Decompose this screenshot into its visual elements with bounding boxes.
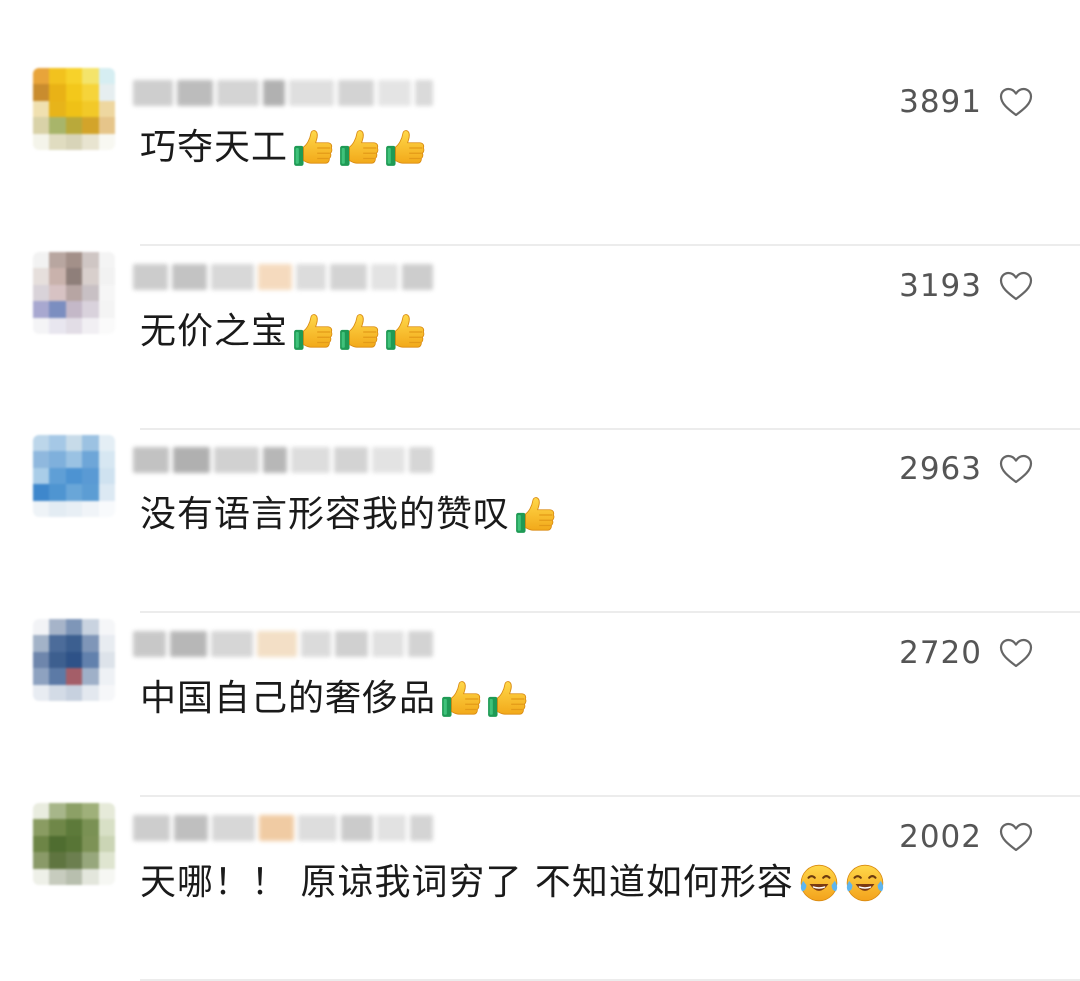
like-count: 3891 <box>899 84 982 120</box>
laugh-cry-emoji-icon <box>846 864 884 902</box>
avatar[interactable] <box>33 803 115 885</box>
like-button[interactable]: 2002 <box>899 819 1034 855</box>
username-redacted[interactable] <box>133 72 433 114</box>
thumbs-up-emoji-icon <box>488 681 527 717</box>
heart-icon[interactable] <box>998 86 1034 118</box>
comment-text-content: 中国自己的奢侈品 <box>140 678 437 719</box>
laugh-cry-emoji-icon <box>800 864 838 902</box>
username-redacted[interactable] <box>133 807 434 849</box>
heart-icon[interactable] <box>998 637 1034 669</box>
comment-text: 巧夺天工 <box>140 124 426 172</box>
thumbs-up-emoji-icon <box>294 314 333 350</box>
comment-item[interactable]: 中国自己的奢侈品 2720 <box>0 613 1080 797</box>
comment-text: 没有语言形容我的赞叹 <box>140 491 556 539</box>
thumbs-up-emoji-icon <box>294 130 333 166</box>
thumbs-up-emoji-icon <box>442 681 481 717</box>
comment-list: 巧夺天工 3891 无价之宝 3193 没有语言形容我的赞叹 2963 中国自己的奢侈品 27… <box>0 0 1080 981</box>
username-redacted[interactable] <box>133 256 433 298</box>
like-button[interactable]: 3891 <box>899 84 1034 120</box>
heart-icon[interactable] <box>998 453 1034 485</box>
thumbs-up-emoji-icon <box>340 130 379 166</box>
comment-text-content: 没有语言形容我的赞叹 <box>140 494 511 535</box>
heart-icon[interactable] <box>998 821 1034 853</box>
like-count: 2720 <box>899 635 982 671</box>
heart-icon[interactable] <box>998 270 1034 302</box>
comment-text-content: 巧夺天工 <box>140 127 289 168</box>
like-count: 3193 <box>899 268 982 304</box>
comment-text: 无价之宝 <box>140 308 426 356</box>
comment-text-content: 无价之宝 <box>140 311 289 352</box>
thumbs-up-emoji-icon <box>516 497 555 533</box>
avatar[interactable] <box>33 435 115 517</box>
username-redacted[interactable] <box>133 439 433 481</box>
username-redacted[interactable] <box>133 623 433 665</box>
comment-text-content: 天哪！！ 原谅我词穷了 不知道如何形容 <box>140 862 794 903</box>
like-count: 2963 <box>899 451 982 487</box>
like-button[interactable]: 3193 <box>899 268 1034 304</box>
like-count: 2002 <box>899 819 982 855</box>
like-button[interactable]: 2963 <box>899 451 1034 487</box>
comment-item[interactable]: 没有语言形容我的赞叹 2963 <box>0 429 1080 613</box>
comment-text: 中国自己的奢侈品 <box>140 675 528 723</box>
avatar[interactable] <box>33 68 115 150</box>
like-button[interactable]: 2720 <box>899 635 1034 671</box>
thumbs-up-emoji-icon <box>340 314 379 350</box>
thumbs-up-emoji-icon <box>386 314 425 350</box>
avatar[interactable] <box>33 252 115 334</box>
comment-item[interactable]: 巧夺天工 3891 <box>0 62 1080 246</box>
comment-item[interactable]: 无价之宝 3193 <box>0 246 1080 430</box>
comment-text: 天哪！！ 原谅我词穷了 不知道如何形容 <box>140 859 886 907</box>
thumbs-up-emoji-icon <box>386 130 425 166</box>
avatar[interactable] <box>33 619 115 701</box>
comment-item[interactable]: 天哪！！ 原谅我词穷了 不知道如何形容 2002 <box>0 797 1080 981</box>
